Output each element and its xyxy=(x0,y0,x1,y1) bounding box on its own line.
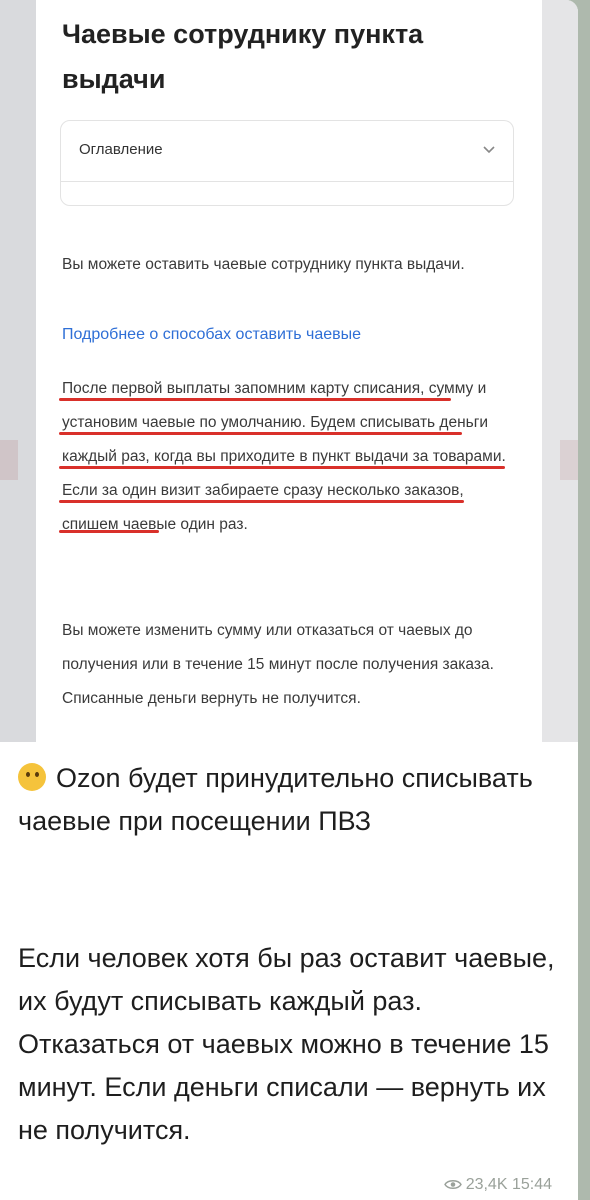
red-underline xyxy=(59,432,462,435)
screenshot-left-margin xyxy=(0,0,36,742)
article-page: Чаевые сотруднику пункта выдачи Оглавлен… xyxy=(36,0,542,742)
toc-label: Оглавление xyxy=(79,141,163,158)
chevron-down-icon[interactable] xyxy=(483,143,495,155)
message-meta: 23,4K 15:44 xyxy=(443,1176,552,1194)
red-underline xyxy=(59,466,505,469)
screenshot-right-mark xyxy=(560,440,578,480)
message-headline: Ozon будет принудительно списывать чаевы… xyxy=(18,757,566,843)
message-time: 15:44 xyxy=(511,1176,552,1193)
screenshot-left-mark xyxy=(0,440,18,480)
message-body: Если человек хотя бы раз оставит чаевые,… xyxy=(18,943,555,1145)
red-underline xyxy=(59,500,464,503)
red-underline xyxy=(59,530,159,533)
tips-methods-link[interactable]: Подробнее о способах оставить чаевые xyxy=(62,326,361,344)
thinking-face-icon xyxy=(18,763,46,791)
red-underline xyxy=(59,398,451,401)
toc-divider xyxy=(61,181,513,182)
table-of-contents[interactable]: Оглавление xyxy=(60,120,514,206)
article-title: Чаевые сотруднику пункта выдачи xyxy=(62,19,424,94)
change-amount-paragraph: Вы можете изменить сумму или отказаться … xyxy=(62,622,494,707)
headline-text: Ozon будет принудительно списывать чаевы… xyxy=(18,763,533,836)
eye-icon xyxy=(443,1180,462,1189)
intro-paragraph: Вы можете оставить чаевые сотруднику пун… xyxy=(62,256,465,273)
screenshot-right-margin xyxy=(542,0,578,742)
message-bubble: Чаевые сотруднику пункта выдачи Оглавлен… xyxy=(0,0,578,1200)
attached-screenshot[interactable]: Чаевые сотруднику пункта выдачи Оглавлен… xyxy=(0,0,578,742)
view-count: 23,4K xyxy=(465,1176,508,1193)
